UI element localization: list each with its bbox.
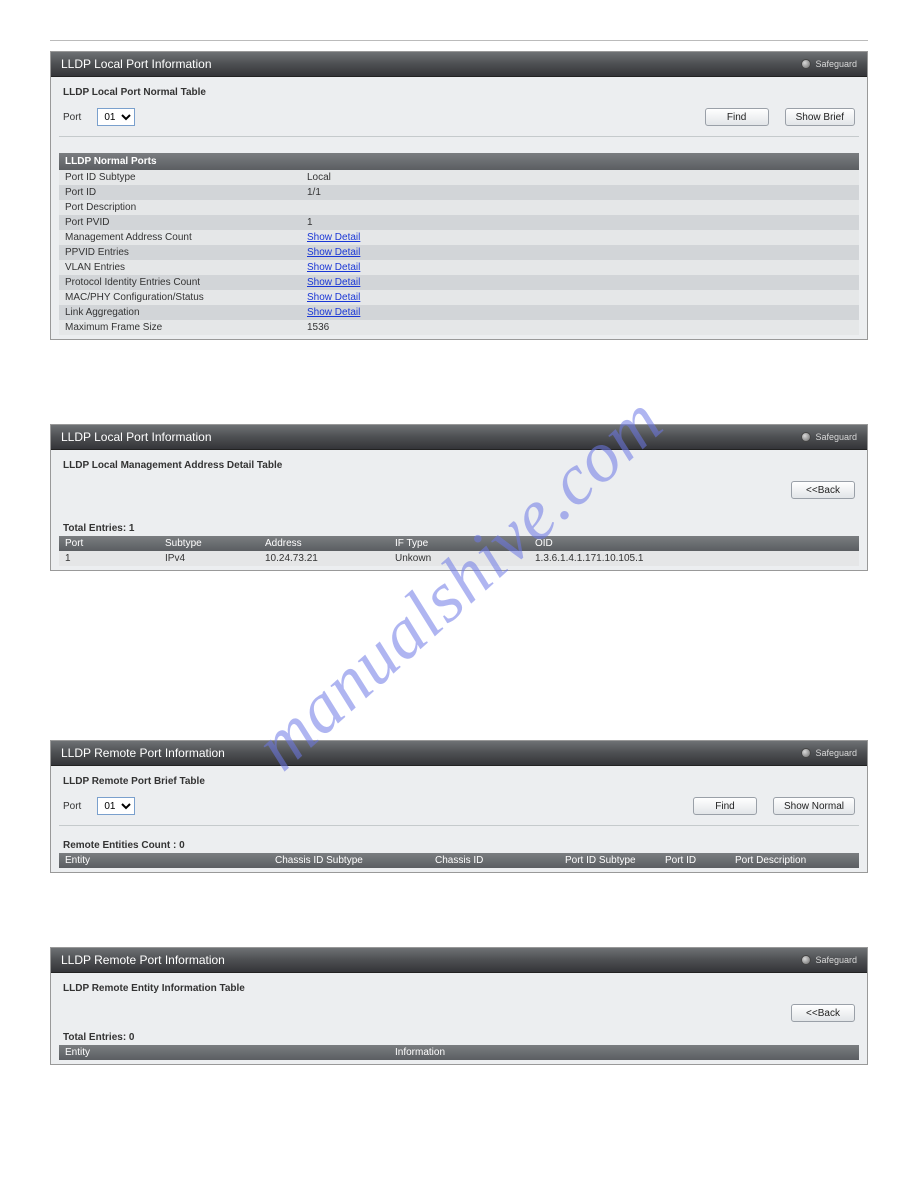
back-button[interactable]: <<Back [791, 1004, 855, 1022]
safeguard-icon [801, 955, 811, 965]
table-header: Entity Chassis ID Subtype Chassis ID Por… [59, 853, 859, 868]
safeguard-label: Safeguard [815, 955, 857, 965]
panel-body: LLDP Local Management Address Detail Tab… [51, 450, 867, 570]
port-select[interactable]: 01 [97, 108, 135, 126]
port-label: Port [63, 801, 81, 812]
subtitle: LLDP Local Port Normal Table [63, 87, 859, 98]
safeguard-label: Safeguard [815, 432, 857, 442]
table-header: Port Subtype Address IF Type OID [59, 536, 859, 551]
find-button[interactable]: Find [705, 108, 769, 126]
show-normal-button[interactable]: Show Normal [773, 797, 855, 815]
table-row: 1 IPv4 10.24.73.21 Unkown 1.3.6.1.4.1.17… [59, 551, 859, 566]
show-detail-link[interactable]: Show Detail [307, 262, 360, 273]
table-row: Port Description [59, 200, 859, 215]
back-button[interactable]: <<Back [791, 481, 855, 499]
safeguard-label: Safeguard [815, 59, 857, 69]
lldp-remote-brief-panel: LLDP Remote Port Information Safeguard L… [50, 740, 868, 873]
controls-row: <<Back [63, 481, 855, 499]
table-row: Port PVID1 [59, 215, 859, 230]
safeguard-icon [801, 59, 811, 69]
divider [59, 136, 859, 137]
panel-header: LLDP Local Port Information Safeguard [51, 52, 867, 77]
table-header: Entity Information [59, 1045, 859, 1060]
lldp-local-mgmt-panel: LLDP Local Port Information Safeguard LL… [50, 424, 868, 571]
section-header: LLDP Normal Ports [59, 153, 859, 170]
panel-title: LLDP Local Port Information [61, 430, 212, 444]
panel-body: LLDP Local Port Normal Table Port 01 Fin… [51, 77, 867, 339]
lldp-local-port-panel: LLDP Local Port Information Safeguard LL… [50, 51, 868, 340]
safeguard-badge: Safeguard [801, 59, 857, 69]
table-row: Maximum Frame Size1536 [59, 320, 859, 335]
subtitle: LLDP Local Management Address Detail Tab… [63, 460, 859, 471]
subtitle: LLDP Remote Entity Information Table [63, 983, 859, 994]
panel-title: LLDP Remote Port Information [61, 746, 225, 760]
panel-header: LLDP Local Port Information Safeguard [51, 425, 867, 450]
safeguard-label: Safeguard [815, 748, 857, 758]
controls-row: Port 01 Find Show Normal [63, 797, 855, 815]
table-row: Port ID SubtypeLocal [59, 170, 859, 185]
table-row: Protocol Identity Entries CountShow Deta… [59, 275, 859, 290]
panel-body: LLDP Remote Entity Information Table <<B… [51, 973, 867, 1064]
total-entries: Total Entries: 1 [63, 523, 859, 534]
panel-body: LLDP Remote Port Brief Table Port 01 Fin… [51, 766, 867, 872]
show-detail-link[interactable]: Show Detail [307, 277, 360, 288]
table-row: PPVID EntriesShow Detail [59, 245, 859, 260]
remote-entities-count: Remote Entities Count : 0 [63, 840, 859, 851]
table-row: Port ID1/1 [59, 185, 859, 200]
safeguard-icon [801, 432, 811, 442]
total-entries: Total Entries: 0 [63, 1032, 859, 1043]
divider [59, 825, 859, 826]
show-brief-button[interactable]: Show Brief [785, 108, 855, 126]
controls-row: <<Back [63, 1004, 855, 1022]
page: manualshive.com LLDP Local Port Informat… [50, 40, 868, 1065]
table-row: VLAN EntriesShow Detail [59, 260, 859, 275]
show-detail-link[interactable]: Show Detail [307, 292, 360, 303]
show-detail-link[interactable]: Show Detail [307, 232, 360, 243]
panel-header: LLDP Remote Port Information Safeguard [51, 741, 867, 766]
normal-ports-table: Port ID SubtypeLocal Port ID1/1 Port Des… [59, 170, 859, 335]
safeguard-badge: Safeguard [801, 955, 857, 965]
panel-title: LLDP Remote Port Information [61, 953, 225, 967]
port-label: Port [63, 112, 81, 123]
show-detail-link[interactable]: Show Detail [307, 247, 360, 258]
table-row: Link AggregationShow Detail [59, 305, 859, 320]
panel-header: LLDP Remote Port Information Safeguard [51, 948, 867, 973]
port-select[interactable]: 01 [97, 797, 135, 815]
table-row: Management Address CountShow Detail [59, 230, 859, 245]
subtitle: LLDP Remote Port Brief Table [63, 776, 859, 787]
show-detail-link[interactable]: Show Detail [307, 307, 360, 318]
safeguard-badge: Safeguard [801, 432, 857, 442]
safeguard-icon [801, 748, 811, 758]
page-divider [50, 40, 868, 41]
table-row: MAC/PHY Configuration/StatusShow Detail [59, 290, 859, 305]
lldp-remote-entity-panel: LLDP Remote Port Information Safeguard L… [50, 947, 868, 1065]
safeguard-badge: Safeguard [801, 748, 857, 758]
panel-title: LLDP Local Port Information [61, 57, 212, 71]
controls-row: Port 01 Find Show Brief [63, 108, 855, 126]
find-button[interactable]: Find [693, 797, 757, 815]
